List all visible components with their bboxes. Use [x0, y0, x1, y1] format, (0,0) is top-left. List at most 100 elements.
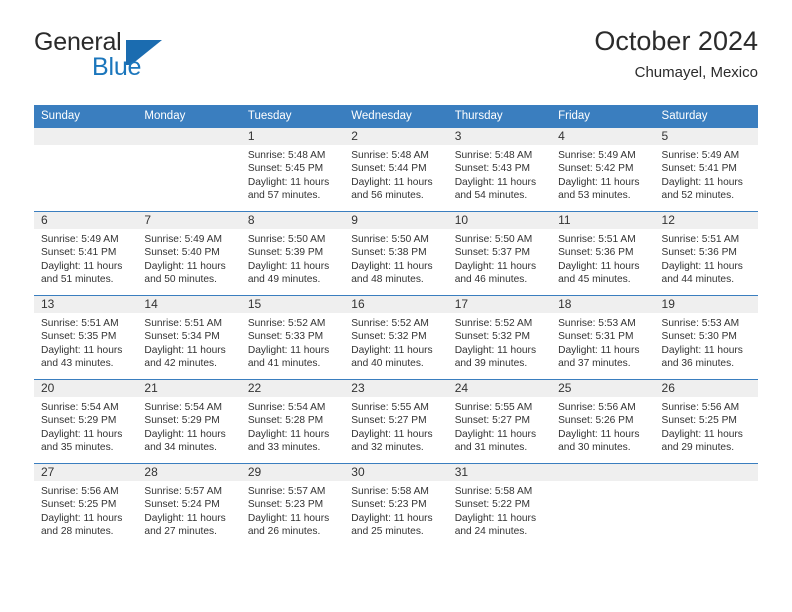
day-number: 27 [34, 464, 138, 481]
sunset-text: Sunset: 5:39 PM [247, 247, 324, 259]
sunset-text: Sunset: 5:32 PM [454, 331, 531, 343]
sunset-text: Sunset: 5:35 PM [41, 331, 117, 343]
calendar-day-cell[interactable]: 26 Sunrise: 5:56 AM Sunset: 5:25 PM Dayligh… [654, 379, 758, 464]
day-number: 10 [447, 212, 552, 229]
day-number: 7 [137, 212, 241, 229]
calendar-day-cell[interactable]: 19 Sunrise: 5:53 AM Sunset: 5:30 PM Dayligh… [654, 295, 758, 380]
daylight-text: Daylight: 11 hours and 27 minutes. [144, 512, 226, 538]
sunrise-text: Sunrise: 5:49 AM [144, 234, 223, 245]
general-blue-logo[interactable]: General Blue [34, 28, 264, 86]
daylight-text: Daylight: 11 hours and 46 minutes. [454, 260, 537, 286]
day-details: Sunrise: 5:53 AM Sunset: 5:30 PM Daylight:… [655, 313, 758, 371]
daylight-text: Daylight: 11 hours and 34 minutes. [144, 428, 226, 454]
day-details: Sunrise: 5:53 AM Sunset: 5:31 PM Daylight:… [551, 313, 654, 371]
calendar-day-cell[interactable]: 22 Sunrise: 5:54 AM Sunset: 5:28 PM Dayligh… [240, 379, 345, 464]
day-number: 21 [137, 380, 241, 397]
day-number: 9 [344, 212, 448, 229]
calendar-day-cell[interactable]: 2 Sunrise: 5:48 AM Sunset: 5:44 PM Daylight… [344, 128, 448, 212]
logo-text-blue: Blue [92, 53, 142, 81]
calendar-day-cell[interactable]: 25 Sunrise: 5:56 AM Sunset: 5:26 PM Dayligh… [551, 379, 655, 464]
day-details: Sunrise: 5:48 AM Sunset: 5:45 PM Daylight:… [241, 145, 344, 203]
sunrise-text: Sunrise: 5:54 AM [247, 402, 326, 413]
day-details: Sunrise: 5:49 AM Sunset: 5:41 PM Daylight:… [34, 229, 137, 287]
daylight-text: Daylight: 11 hours and 42 minutes. [144, 344, 226, 370]
calendar-day-cell[interactable]: 8 Sunrise: 5:50 AM Sunset: 5:39 PM Daylight… [240, 211, 345, 296]
sunrise-text: Sunrise: 5:57 AM [144, 486, 223, 497]
calendar-day-cell[interactable]: 31 Sunrise: 5:58 AM Sunset: 5:22 PM Dayligh… [447, 463, 552, 547]
sunrise-text: Sunrise: 5:58 AM [454, 486, 533, 497]
weekday-header-friday: Friday [551, 105, 655, 128]
sunset-text: Sunset: 5:41 PM [661, 163, 737, 175]
sunset-text: Sunset: 5:29 PM [144, 415, 220, 427]
daylight-text: Daylight: 11 hours and 54 minutes. [454, 176, 537, 202]
day-details: Sunrise: 5:51 AM Sunset: 5:34 PM Daylight:… [137, 313, 240, 371]
calendar-day-cell[interactable]: 13 Sunrise: 5:51 AM Sunset: 5:35 PM Dayligh… [34, 295, 138, 380]
day-number: 31 [447, 464, 552, 481]
day-number: 25 [551, 380, 655, 397]
sunrise-text: Sunrise: 5:54 AM [41, 402, 119, 413]
calendar-day-cell[interactable]: 24 Sunrise: 5:55 AM Sunset: 5:27 PM Dayligh… [447, 379, 552, 464]
page-title: October 2024 [594, 26, 758, 56]
calendar-day-cell[interactable]: 21 Sunrise: 5:54 AM Sunset: 5:29 PM Dayligh… [137, 379, 241, 464]
calendar-day-cell[interactable]: 6 Sunrise: 5:49 AM Sunset: 5:41 PM Daylight… [34, 211, 138, 296]
day-number: 12 [654, 212, 758, 229]
sunrise-text: Sunrise: 5:51 AM [144, 318, 223, 329]
daylight-text: Daylight: 11 hours and 45 minutes. [558, 260, 640, 286]
calendar-day-cell[interactable]: 9 Sunrise: 5:50 AM Sunset: 5:38 PM Daylight… [344, 211, 448, 296]
sunrise-text: Sunrise: 5:49 AM [41, 234, 119, 245]
daylight-text: Daylight: 11 hours and 48 minutes. [351, 260, 433, 286]
day-number: 16 [344, 296, 448, 313]
calendar-day-cell[interactable]: 30 Sunrise: 5:58 AM Sunset: 5:23 PM Dayligh… [344, 463, 448, 547]
day-details: Sunrise: 5:48 AM Sunset: 5:44 PM Daylight:… [344, 145, 447, 203]
daylight-text: Daylight: 11 hours and 36 minutes. [661, 344, 743, 370]
daylight-text: Daylight: 11 hours and 52 minutes. [661, 176, 743, 202]
day-number: 15 [240, 296, 345, 313]
weekday-header-tuesday: Tuesday [240, 105, 345, 128]
calendar-day-cell[interactable]: 4 Sunrise: 5:49 AM Sunset: 5:42 PM Daylight… [551, 128, 655, 212]
calendar-day-cell[interactable]: 10 Sunrise: 5:50 AM Sunset: 5:37 PM Dayligh… [447, 211, 552, 296]
calendar-day-cell[interactable]: 16 Sunrise: 5:52 AM Sunset: 5:32 PM Dayligh… [344, 295, 448, 380]
day-details: Sunrise: 5:50 AM Sunset: 5:37 PM Daylight:… [448, 229, 551, 287]
daylight-text: Daylight: 11 hours and 40 minutes. [351, 344, 433, 370]
sunrise-text: Sunrise: 5:53 AM [558, 318, 636, 329]
calendar-day-cell[interactable]: 14 Sunrise: 5:51 AM Sunset: 5:34 PM Dayligh… [137, 295, 241, 380]
calendar-day-cell[interactable]: 5 Sunrise: 5:49 AM Sunset: 5:41 PM Daylight… [654, 128, 758, 212]
calendar-table: Sunday Monday Tuesday Wednesday Thursday… [34, 105, 758, 547]
calendar-day-cell[interactable]: 27 Sunrise: 5:56 AM Sunset: 5:25 PM Dayligh… [34, 463, 138, 547]
sunrise-text: Sunrise: 5:57 AM [247, 486, 326, 497]
day-number: 30 [344, 464, 448, 481]
calendar-day-cell[interactable]: 12 Sunrise: 5:51 AM Sunset: 5:36 PM Dayligh… [654, 211, 758, 296]
calendar-day-cell[interactable]: 15 Sunrise: 5:52 AM Sunset: 5:33 PM Dayligh… [240, 295, 345, 380]
calendar-day-cell[interactable]: 17 Sunrise: 5:52 AM Sunset: 5:32 PM Dayligh… [447, 295, 552, 380]
daylight-text: Daylight: 11 hours and 26 minutes. [247, 512, 330, 538]
calendar-day-cell[interactable]: 20 Sunrise: 5:54 AM Sunset: 5:29 PM Dayligh… [34, 379, 138, 464]
calendar-day-cell[interactable]: 7 Sunrise: 5:49 AM Sunset: 5:40 PM Daylight… [137, 211, 241, 296]
calendar-day-cell[interactable]: 23 Sunrise: 5:55 AM Sunset: 5:27 PM Dayligh… [344, 379, 448, 464]
daylight-text: Daylight: 11 hours and 50 minutes. [144, 260, 226, 286]
sunrise-text: Sunrise: 5:51 AM [41, 318, 119, 329]
sunset-text: Sunset: 5:34 PM [144, 331, 220, 343]
daylight-text: Daylight: 11 hours and 33 minutes. [247, 428, 330, 454]
day-number: 4 [551, 128, 655, 145]
calendar-day-cell[interactable]: 29 Sunrise: 5:57 AM Sunset: 5:23 PM Dayligh… [240, 463, 345, 547]
day-number [34, 128, 138, 145]
sunset-text: Sunset: 5:44 PM [351, 163, 427, 175]
sunrise-text: Sunrise: 5:50 AM [454, 234, 533, 245]
daylight-text: Daylight: 11 hours and 24 minutes. [454, 512, 537, 538]
calendar-day-cell[interactable]: 28 Sunrise: 5:57 AM Sunset: 5:24 PM Dayligh… [137, 463, 241, 547]
day-number: 6 [34, 212, 138, 229]
sunrise-text: Sunrise: 5:52 AM [454, 318, 533, 329]
day-details: Sunrise: 5:58 AM Sunset: 5:23 PM Daylight:… [344, 481, 447, 539]
calendar-day-cell[interactable]: 1 Sunrise: 5:48 AM Sunset: 5:45 PM Daylight… [240, 128, 345, 212]
daylight-text: Daylight: 11 hours and 53 minutes. [558, 176, 640, 202]
day-details: Sunrise: 5:49 AM Sunset: 5:42 PM Daylight:… [551, 145, 654, 203]
calendar-day-cell[interactable]: 11 Sunrise: 5:51 AM Sunset: 5:36 PM Dayligh… [551, 211, 655, 296]
sunset-text: Sunset: 5:33 PM [247, 331, 324, 343]
day-number: 19 [654, 296, 758, 313]
sunrise-text: Sunrise: 5:56 AM [558, 402, 636, 413]
calendar-day-cell[interactable]: 18 Sunrise: 5:53 AM Sunset: 5:31 PM Dayligh… [551, 295, 655, 380]
calendar-day-cell[interactable]: 3 Sunrise: 5:48 AM Sunset: 5:43 PM Daylight… [447, 128, 552, 212]
calendar-week-row: 13 Sunrise: 5:51 AM Sunset: 5:35 PM Dayligh… [34, 295, 758, 380]
sunrise-text: Sunrise: 5:52 AM [351, 318, 429, 329]
day-details: Sunrise: 5:51 AM Sunset: 5:36 PM Daylight:… [551, 229, 654, 287]
